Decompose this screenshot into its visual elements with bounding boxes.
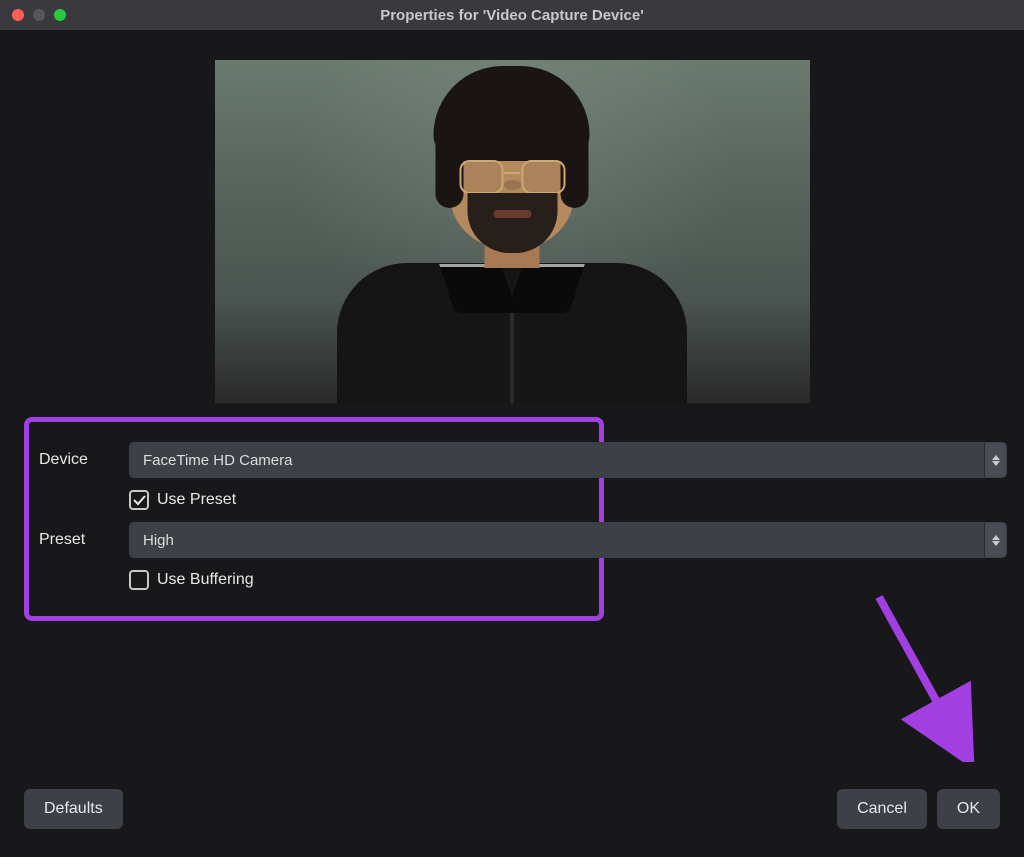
device-label: Device <box>39 451 127 469</box>
minimize-icon[interactable] <box>33 9 45 21</box>
use-preset-checkbox[interactable] <box>129 490 149 510</box>
defaults-button[interactable]: Defaults <box>24 789 123 829</box>
window-controls <box>12 9 66 21</box>
window-title: Properties for 'Video Capture Device' <box>380 7 644 24</box>
webcam-subject <box>337 263 687 403</box>
close-icon[interactable] <box>12 9 24 21</box>
device-dropdown[interactable]: FaceTime HD Camera <box>129 442 1007 478</box>
stepper-icon[interactable] <box>984 523 1006 557</box>
titlebar: Properties for 'Video Capture Device' <box>0 0 1024 30</box>
cancel-button[interactable]: Cancel <box>837 789 927 829</box>
maximize-icon[interactable] <box>54 9 66 21</box>
stepper-icon[interactable] <box>984 443 1006 477</box>
video-preview <box>215 60 810 403</box>
use-preset-label: Use Preset <box>157 491 236 509</box>
ok-button[interactable]: OK <box>937 789 1000 829</box>
settings-highlight-box: Device FaceTime HD Camera Use Preset Pre… <box>24 417 604 621</box>
device-value: FaceTime HD Camera <box>143 452 292 469</box>
preset-label: Preset <box>39 531 127 549</box>
preset-value: High <box>143 532 174 549</box>
preset-dropdown[interactable]: High <box>129 522 1007 558</box>
use-buffering-label: Use Buffering <box>157 571 254 589</box>
use-buffering-checkbox[interactable] <box>129 570 149 590</box>
